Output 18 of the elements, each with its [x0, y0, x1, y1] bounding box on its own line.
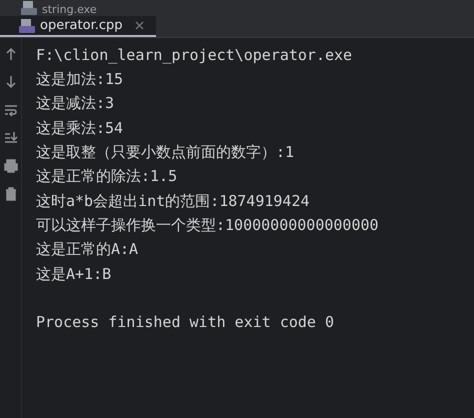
console-line: 这是减法:3	[36, 93, 114, 114]
console-line: 这是取整（只要小数点前面的数字）:1	[36, 142, 294, 164]
tab-label: operator.cpp	[40, 16, 123, 35]
console-line: 这是乘法:54	[36, 118, 124, 139]
close-icon[interactable]	[134, 21, 144, 30]
exit-message: Process finished with exit code 0	[36, 312, 334, 334]
tab[interactable]: operator.cpp	[0, 16, 156, 37]
console-line: F:\clion_learn_project\operator.exe	[36, 44, 352, 66]
tab-label[interactable]: string.exe	[42, 3, 97, 16]
console-line: 这是正常的除法:1.5	[36, 166, 178, 188]
scroll-to-end-icon[interactable]	[2, 130, 18, 146]
console-line: 可以这样子操作换一个类型:10000000000000000	[36, 214, 379, 236]
console-line: 这时a*b会超出int的范围:1874919424	[36, 190, 310, 212]
console-line: 这是正常的A:A	[36, 239, 138, 260]
file-icon	[18, 18, 36, 34]
console-line: 这是加法:15	[36, 69, 124, 90]
file-icon	[20, 0, 38, 16]
console-line: 这是A+1:B	[36, 264, 112, 285]
